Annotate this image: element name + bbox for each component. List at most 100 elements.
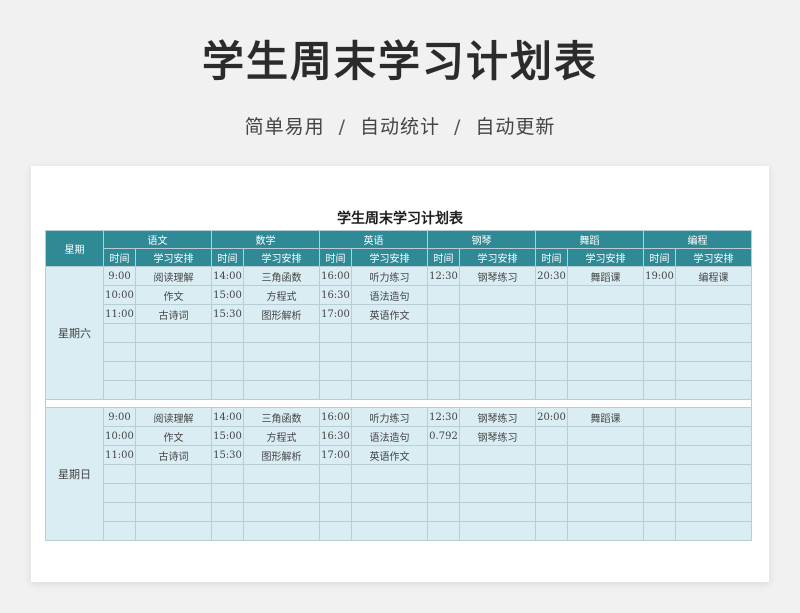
time-cell[interactable]: 19:00 [643,266,676,286]
plan-cell[interactable] [567,426,644,446]
time-cell[interactable]: 20:30 [535,266,568,286]
plan-cell[interactable] [675,426,752,446]
plan-cell[interactable] [351,483,428,503]
time-cell[interactable] [535,342,568,362]
plan-cell[interactable]: 阅读理解 [135,266,212,286]
time-cell[interactable] [211,521,244,541]
time-cell[interactable] [535,445,568,465]
time-cell[interactable] [319,380,352,400]
plan-cell[interactable] [459,361,536,381]
time-cell[interactable]: 20:00 [535,407,568,427]
time-cell[interactable]: 10:00 [103,426,136,446]
time-cell[interactable]: 9:00 [103,266,136,286]
plan-cell[interactable] [459,502,536,522]
plan-cell[interactable] [135,361,212,381]
time-cell[interactable]: 12:30 [427,407,460,427]
time-cell[interactable] [211,323,244,343]
plan-cell[interactable] [135,521,212,541]
plan-cell[interactable]: 钢琴练习 [459,266,536,286]
time-cell[interactable] [643,323,676,343]
time-cell[interactable] [211,380,244,400]
time-cell[interactable] [535,521,568,541]
time-cell[interactable]: 17:00 [319,304,352,324]
time-cell[interactable] [535,323,568,343]
plan-cell[interactable] [675,464,752,484]
time-cell[interactable]: 16:00 [319,407,352,427]
plan-cell[interactable] [459,445,536,465]
plan-cell[interactable] [243,380,320,400]
plan-cell[interactable]: 作文 [135,426,212,446]
time-cell[interactable] [535,380,568,400]
time-cell[interactable]: 9:00 [103,407,136,427]
time-cell[interactable] [103,323,136,343]
time-cell[interactable] [643,361,676,381]
plan-cell[interactable] [459,285,536,305]
time-cell[interactable] [535,464,568,484]
plan-cell[interactable] [135,380,212,400]
day-label[interactable]: 星期六 [45,266,104,400]
time-cell[interactable] [643,483,676,503]
time-cell[interactable] [211,464,244,484]
time-cell[interactable]: 14:00 [211,407,244,427]
time-cell[interactable] [319,323,352,343]
plan-cell[interactable] [135,323,212,343]
time-cell[interactable] [103,361,136,381]
plan-cell[interactable]: 语法造句 [351,426,428,446]
time-cell[interactable] [535,285,568,305]
plan-cell[interactable]: 舞蹈课 [567,407,644,427]
time-cell[interactable] [211,342,244,362]
time-cell[interactable] [103,380,136,400]
time-cell[interactable] [643,426,676,446]
time-cell[interactable] [427,521,460,541]
plan-cell[interactable] [567,304,644,324]
plan-cell[interactable]: 钢琴练习 [459,426,536,446]
time-cell[interactable] [103,483,136,503]
plan-cell[interactable] [351,464,428,484]
time-cell[interactable] [319,342,352,362]
plan-cell[interactable]: 阅读理解 [135,407,212,427]
time-cell[interactable] [427,483,460,503]
plan-cell[interactable]: 英语作文 [351,304,428,324]
time-cell[interactable] [427,380,460,400]
time-cell[interactable]: 15:00 [211,285,244,305]
time-cell[interactable] [211,483,244,503]
plan-cell[interactable] [567,285,644,305]
plan-cell[interactable] [135,342,212,362]
plan-cell[interactable] [351,502,428,522]
plan-cell[interactable]: 三角函数 [243,266,320,286]
time-cell[interactable] [535,361,568,381]
plan-cell[interactable] [135,502,212,522]
time-cell[interactable] [211,502,244,522]
time-cell[interactable]: 16:00 [319,266,352,286]
plan-cell[interactable] [567,502,644,522]
plan-cell[interactable] [567,323,644,343]
time-cell[interactable] [643,445,676,465]
time-cell[interactable] [643,502,676,522]
time-cell[interactable] [643,342,676,362]
time-cell[interactable] [103,521,136,541]
day-label[interactable]: 星期日 [45,407,104,541]
time-cell[interactable]: 0.792 [427,426,460,446]
time-cell[interactable] [427,342,460,362]
plan-cell[interactable] [675,342,752,362]
plan-cell[interactable]: 图形解析 [243,304,320,324]
plan-cell[interactable] [351,361,428,381]
plan-cell[interactable] [567,464,644,484]
plan-cell[interactable] [243,521,320,541]
time-cell[interactable]: 16:30 [319,426,352,446]
plan-cell[interactable] [459,483,536,503]
time-cell[interactable] [427,304,460,324]
plan-cell[interactable] [243,502,320,522]
plan-cell[interactable] [459,380,536,400]
time-cell[interactable] [643,464,676,484]
plan-cell[interactable]: 古诗词 [135,304,212,324]
plan-cell[interactable] [351,323,428,343]
time-cell[interactable] [427,285,460,305]
plan-cell[interactable] [459,521,536,541]
time-cell[interactable] [535,483,568,503]
plan-cell[interactable] [459,464,536,484]
plan-cell[interactable] [135,483,212,503]
plan-cell[interactable] [243,323,320,343]
time-cell[interactable] [427,361,460,381]
time-cell[interactable]: 15:30 [211,304,244,324]
